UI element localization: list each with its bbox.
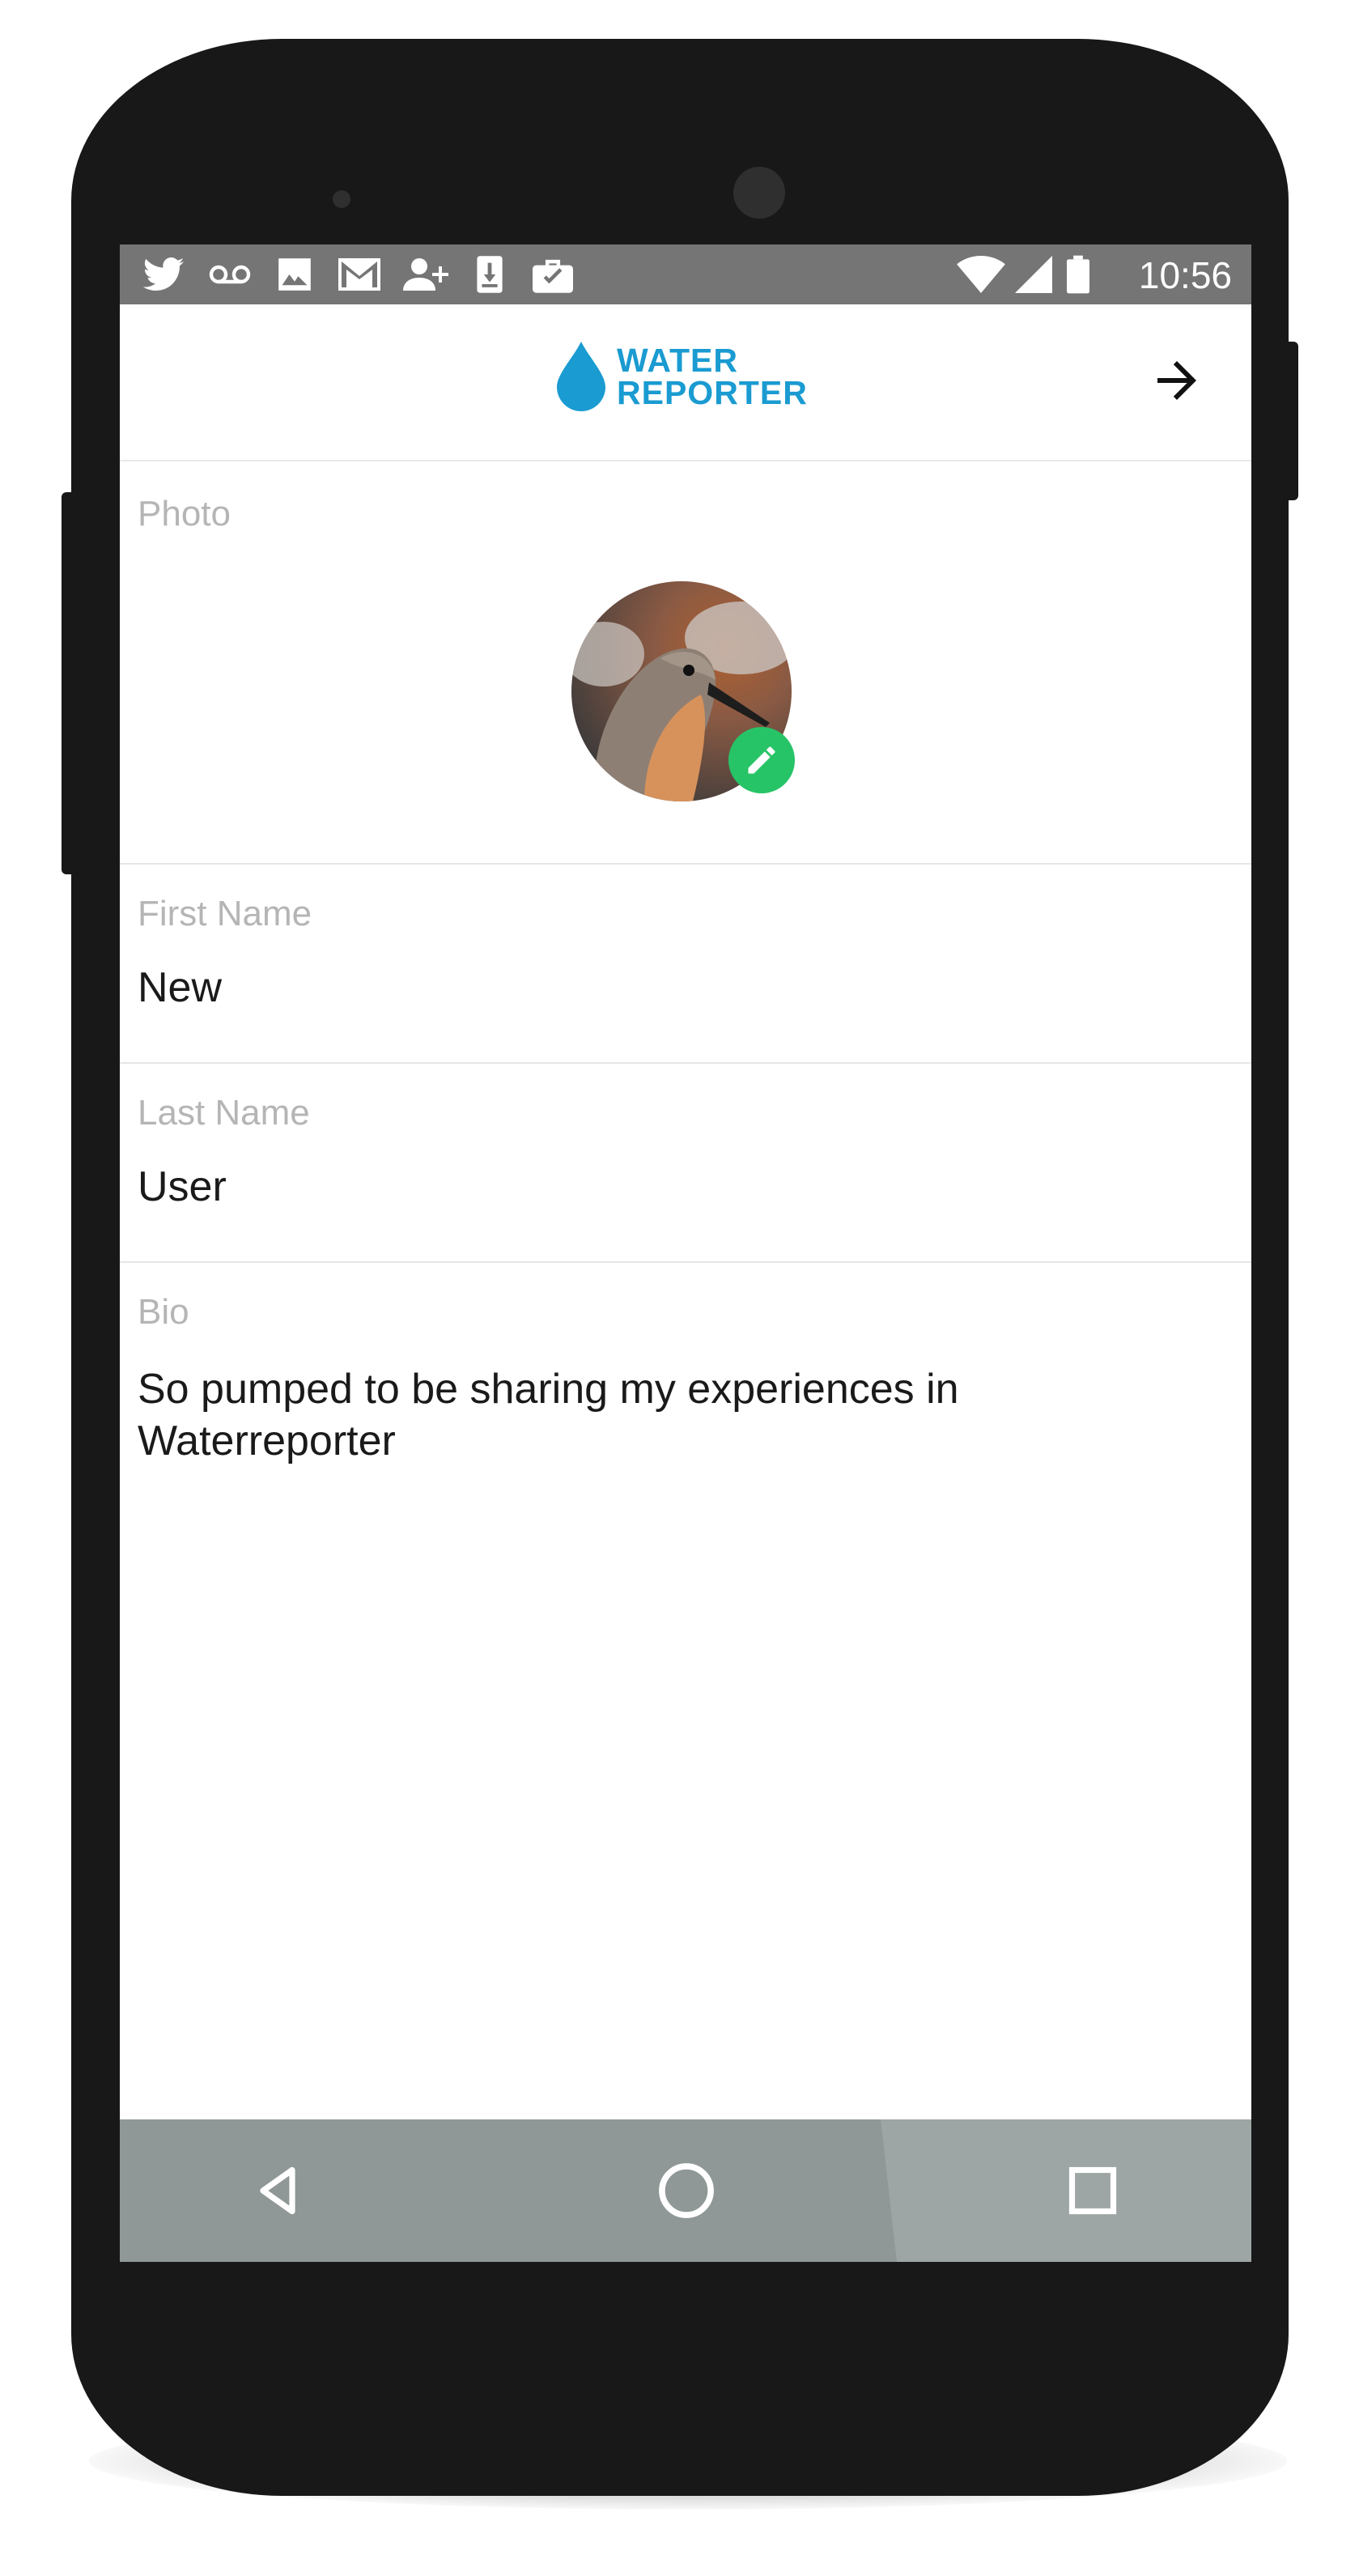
last-name-label: Last Name [138, 1093, 310, 1133]
pencil-icon [748, 746, 775, 774]
logo-line-reporter: REPORTER [617, 374, 808, 411]
power-button [1282, 342, 1298, 500]
work-briefcase-icon [533, 256, 573, 293]
wifi-icon [957, 256, 1005, 293]
next-button[interactable] [1148, 351, 1206, 410]
back-button[interactable] [240, 2150, 321, 2231]
twitter-icon [142, 256, 185, 293]
download-icon [476, 256, 503, 293]
logo-text: WATER REPORTER [617, 342, 808, 411]
photo-label: Photo [138, 494, 231, 533]
bio-label: Bio [138, 1292, 189, 1332]
system-nav-bar [120, 2119, 1251, 2262]
front-camera [733, 167, 785, 219]
recents-square-icon [1068, 2166, 1117, 2215]
add-person-icon [403, 256, 448, 293]
signal-icon [1015, 256, 1052, 293]
edit-photo-button[interactable] [728, 727, 795, 793]
status-bar: 10:56 [120, 244, 1251, 304]
photo-section: Photo [120, 461, 1251, 865]
proximity-sensor [333, 190, 350, 208]
first-name-field[interactable]: First Name New [120, 865, 1251, 1064]
water-reporter-logo[interactable]: WATER REPORTER [557, 342, 808, 411]
volume-button [62, 492, 78, 874]
home-circle-icon [659, 2163, 714, 2218]
arrow-right-icon [1157, 361, 1196, 400]
first-name-label: First Name [138, 894, 312, 933]
bio-value[interactable]: So pumped to be sharing my experiences i… [138, 1363, 1141, 1467]
clock: 10:56 [1138, 254, 1232, 296]
app-bar: WATER REPORTER [120, 304, 1251, 461]
screen: 10:56 WATER REPORTER Photo First Name Ne… [120, 244, 1251, 2262]
last-name-field[interactable]: Last Name User [120, 1064, 1251, 1263]
home-button[interactable] [646, 2150, 727, 2231]
battery-icon [1067, 255, 1089, 294]
back-triangle-icon [260, 2166, 295, 2215]
recents-button[interactable] [1052, 2150, 1133, 2231]
bio-field[interactable]: Bio So pumped to be sharing my experienc… [120, 1263, 1251, 2119]
water-drop-icon [557, 342, 605, 411]
voicemail-icon [209, 256, 251, 293]
first-name-value[interactable]: New [138, 963, 222, 1012]
last-name-value[interactable]: User [138, 1163, 227, 1211]
gmail-icon [338, 256, 380, 293]
image-icon [277, 256, 312, 293]
logo-line-water: WATER [617, 342, 739, 379]
